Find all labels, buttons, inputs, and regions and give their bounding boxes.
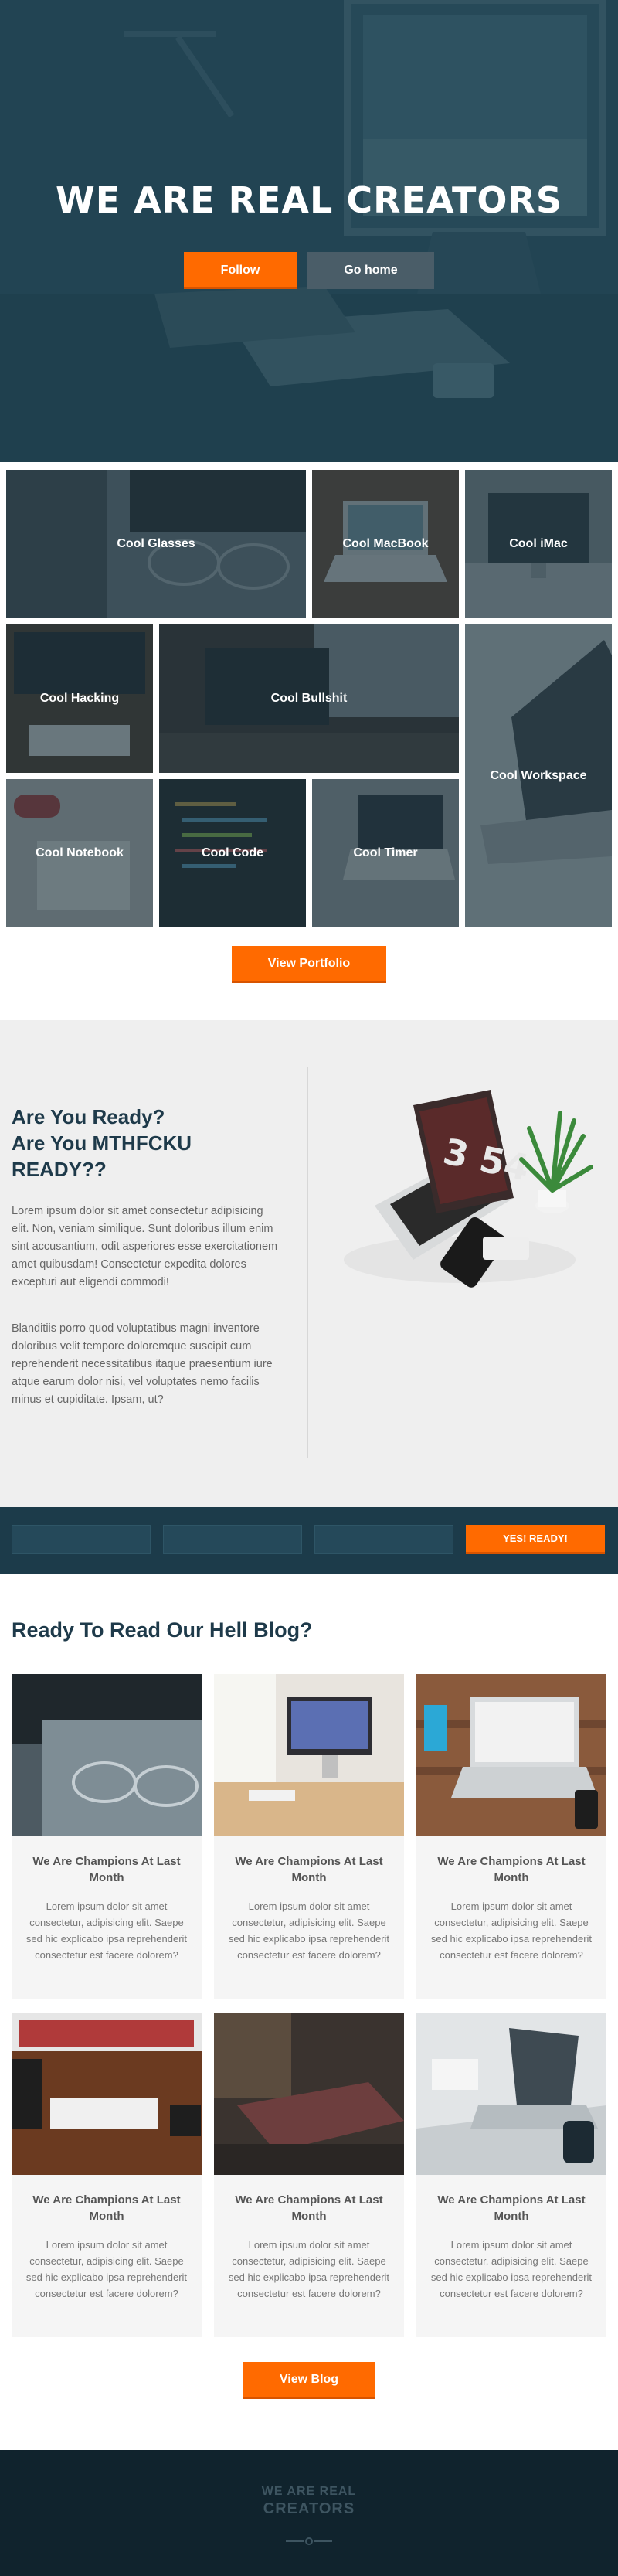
- portfolio-tile-glasses[interactable]: Cool Glasses: [6, 470, 306, 618]
- subscribe-field-3[interactable]: [314, 1525, 453, 1554]
- tile-label: Cool Code: [202, 846, 263, 859]
- blog-card-title: We Are Champions At Last Month: [437, 1855, 586, 1884]
- tile-label: Cool iMac: [509, 537, 568, 550]
- portfolio-tile-timer[interactable]: Cool Timer: [312, 779, 459, 927]
- page: WE ARE REAL CREATORS Follow Go home Cool…: [0, 0, 618, 2576]
- subscribe-bar: YES! READY!: [0, 1507, 618, 1574]
- blog-card-text: Lorem ipsum dolor sit amet consectetur, …: [25, 1901, 188, 1961]
- tile-label: Cool Timer: [353, 846, 418, 859]
- view-portfolio-button[interactable]: View Portfolio: [232, 946, 386, 983]
- yes-ready-button[interactable]: YES! READY!: [466, 1525, 605, 1554]
- blog-card-image: [416, 2013, 606, 2175]
- ready-paragraph-1: Lorem ipsum dolor sit amet consectetur a…: [12, 1205, 278, 1288]
- portfolio-tile-notebook[interactable]: Cool Notebook: [6, 779, 153, 927]
- blog-card-image: [12, 2013, 202, 2175]
- portfolio-tile-code[interactable]: Cool Code: [159, 779, 306, 927]
- blog-card-text: Lorem ipsum dolor sit amet consectetur, …: [25, 2239, 188, 2299]
- blog-card-image: [416, 1674, 606, 1836]
- footer-divider-icon: [286, 2537, 332, 2545]
- tile-label: Cool Notebook: [36, 846, 124, 859]
- footer-logo-line-1: WE ARE REAL: [261, 2485, 357, 2498]
- blog-title: Ready To Read Our Hell Blog?: [12, 1618, 313, 1642]
- blog-card-image: [214, 2013, 404, 2175]
- blog-card[interactable]: We Are Champions At Last Month Lorem ips…: [12, 2013, 202, 2337]
- footer-logo-line-2: CREATORS: [263, 2500, 355, 2517]
- blog-card[interactable]: We Are Champions At Last Month Lorem ips…: [214, 2013, 404, 2337]
- go-home-button[interactable]: Go home: [307, 252, 434, 289]
- subscribe-field-1[interactable]: [12, 1525, 151, 1554]
- blog-card-image: [12, 1674, 202, 1836]
- blog-card-text: Lorem ipsum dolor sit amet consectetur, …: [228, 1901, 390, 1961]
- ready-paragraph-2: Blanditiis porro quod voluptatibus magni…: [12, 1322, 273, 1406]
- blog-card-image: [214, 1674, 404, 1836]
- blog-card-title: We Are Champions At Last Month: [437, 2193, 586, 2223]
- subscribe-field-2[interactable]: [163, 1525, 302, 1554]
- portfolio-tile-bullshit[interactable]: Cool Bullshit: [159, 624, 459, 773]
- ready-heading: Are You Ready? Are You MTHFCKU READY??: [12, 1105, 192, 1181]
- tile-label: Cool MacBook: [342, 537, 429, 550]
- hero-section: WE ARE REAL CREATORS Follow Go home: [0, 0, 618, 462]
- follow-button[interactable]: Follow: [184, 252, 297, 289]
- portfolio-tile-hacking[interactable]: Cool Hacking: [6, 624, 153, 773]
- blog-card-title: We Are Champions At Last Month: [32, 1855, 181, 1884]
- tile-label: Cool Glasses: [117, 537, 195, 550]
- blog-card-title: We Are Champions At Last Month: [235, 2193, 383, 2223]
- blog-card[interactable]: We Are Champions At Last Month Lorem ips…: [12, 1674, 202, 1999]
- blog-card-title: We Are Champions At Last Month: [32, 2193, 181, 2223]
- tile-label: Cool Hacking: [39, 692, 120, 705]
- blog-card[interactable]: We Are Champions At Last Month Lorem ips…: [214, 1674, 404, 1999]
- view-blog-button[interactable]: View Blog: [243, 2362, 375, 2399]
- blog-card[interactable]: We Are Champions At Last Month Lorem ips…: [416, 1674, 606, 1999]
- tile-label: Cool Bullshit: [270, 692, 348, 705]
- footer: WE ARE REAL CREATORS: [0, 2450, 618, 2576]
- blog-card-text: Lorem ipsum dolor sit amet consectetur, …: [430, 2239, 593, 2299]
- laptop-plant-image: 3 54: [344, 1090, 593, 1288]
- portfolio-tile-macbook[interactable]: Cool MacBook: [312, 470, 459, 618]
- portfolio-tile-workspace[interactable]: Cool Workspace: [465, 624, 612, 927]
- hero-title: WE ARE REAL CREATORS: [55, 179, 563, 221]
- portfolio-tile-imac[interactable]: Cool iMac: [465, 470, 612, 618]
- blog-card-text: Lorem ipsum dolor sit amet consectetur, …: [430, 1901, 593, 1961]
- blog-card-title: We Are Champions At Last Month: [235, 1855, 383, 1884]
- blog-card[interactable]: We Are Champions At Last Month Lorem ips…: [416, 2013, 606, 2337]
- divider: [307, 1067, 308, 1458]
- ready-section: Are You Ready? Are You MTHFCKU READY?? L…: [0, 1020, 618, 1507]
- tile-label: Cool Workspace: [490, 769, 587, 782]
- blog-card-text: Lorem ipsum dolor sit amet consectetur, …: [228, 2239, 390, 2299]
